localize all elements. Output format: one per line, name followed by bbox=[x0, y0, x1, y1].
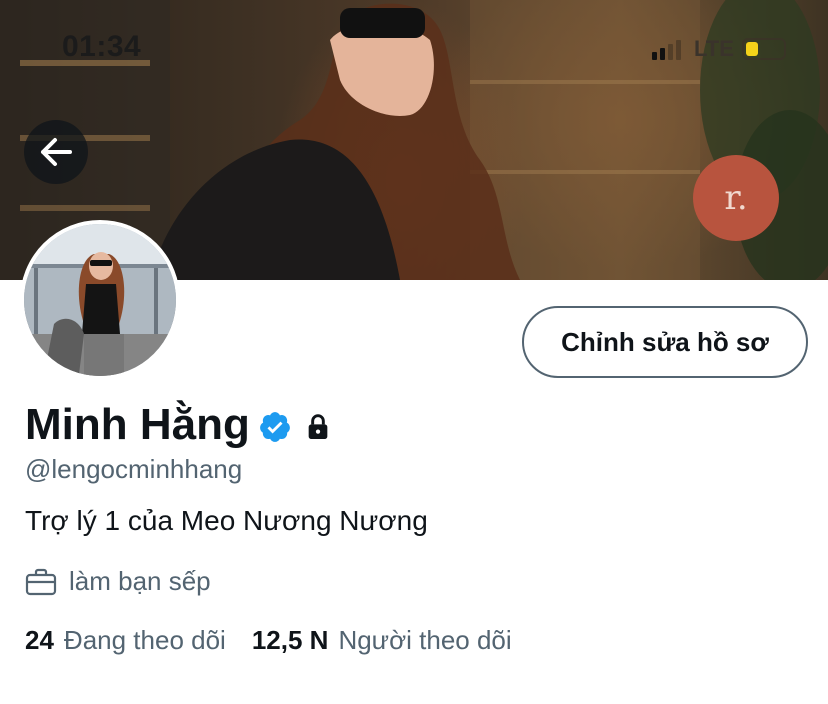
briefcase-icon bbox=[25, 568, 57, 595]
battery-icon bbox=[742, 38, 786, 60]
avatar-photo bbox=[24, 224, 176, 376]
status-time: 01:34 bbox=[62, 30, 142, 63]
arrow-left-icon bbox=[41, 138, 72, 166]
username-handle: @lengocminhhang bbox=[25, 454, 243, 484]
back-button[interactable] bbox=[24, 120, 88, 184]
display-name: Minh Hằng bbox=[25, 400, 250, 449]
banner-sign: r. bbox=[693, 155, 779, 241]
network-type: LTE bbox=[694, 36, 734, 61]
following-count: 24 bbox=[25, 625, 54, 655]
profile-job: làm bạn sếp bbox=[25, 566, 211, 597]
following-label: Đang theo dõi bbox=[63, 625, 226, 655]
verified-badge-icon bbox=[259, 412, 290, 442]
profile-bio: Trợ lý 1 của Meo Nương Nương bbox=[25, 505, 428, 536]
avatar[interactable] bbox=[20, 220, 180, 380]
lock-icon bbox=[308, 414, 328, 439]
follow-stats: 24 Đang theo dõi 12,5 N Người theo dõi bbox=[25, 625, 512, 656]
job-label: làm bạn sếp bbox=[69, 566, 211, 596]
followers-count: 12,5 N bbox=[251, 625, 329, 655]
name-row: Minh Hằng bbox=[25, 400, 334, 450]
edit-profile-button[interactable]: Chỉnh sửa hồ sơ bbox=[522, 306, 808, 378]
following-link[interactable]: 24 Đang theo dõi bbox=[25, 625, 226, 656]
cellular-signal-icon bbox=[652, 40, 681, 60]
followers-label: Người theo dõi bbox=[338, 625, 512, 655]
followers-link[interactable]: 12,5 N Người theo dõi bbox=[252, 625, 512, 656]
battery-level bbox=[746, 42, 758, 56]
